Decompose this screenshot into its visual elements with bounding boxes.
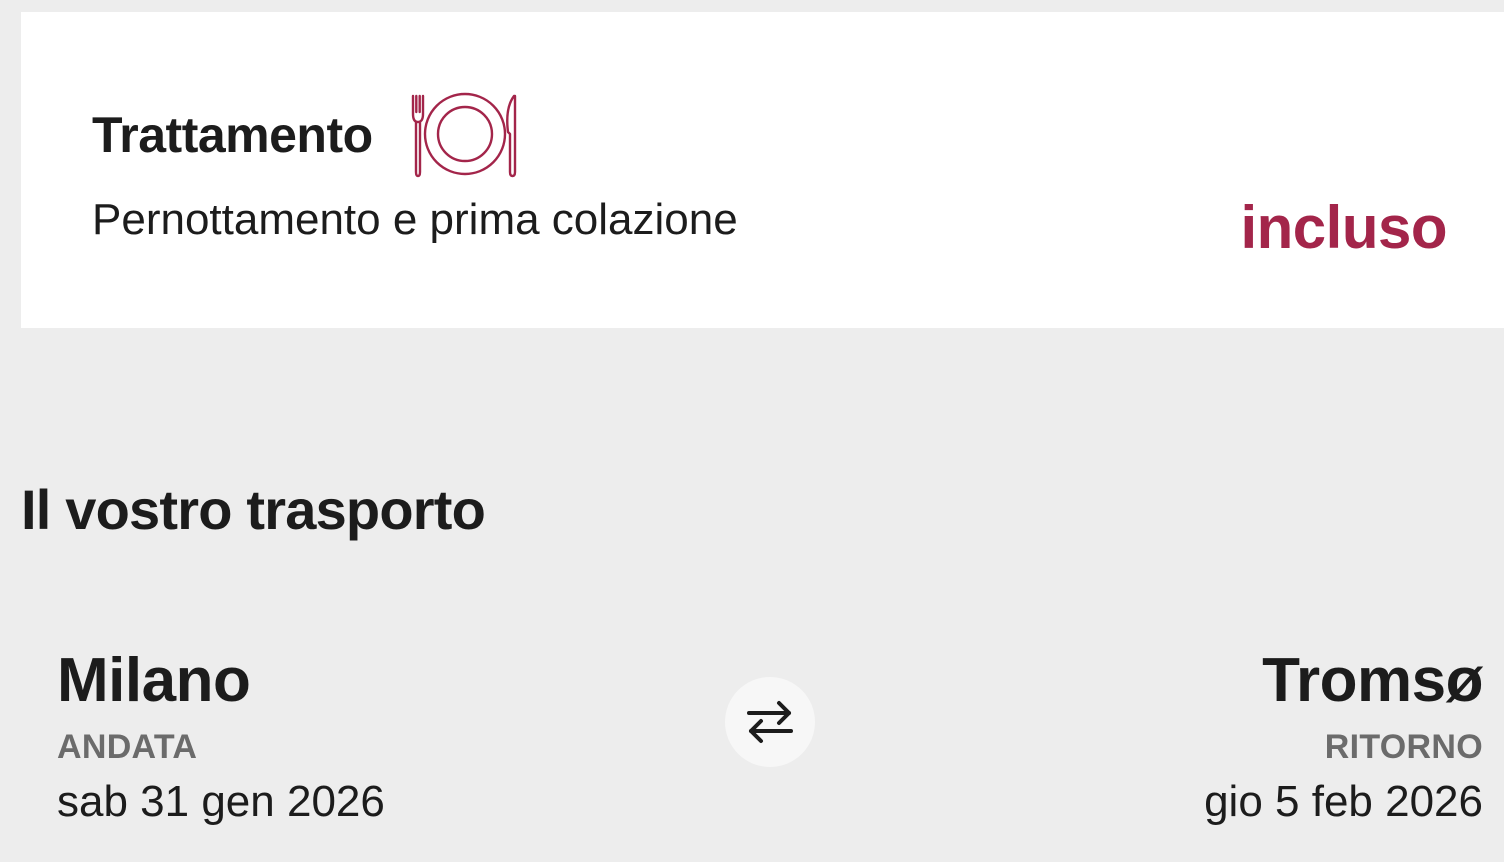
meal-plan-status: incluso [1240,194,1447,261]
outbound-leg: Milano ANDATA sab 31 gen 2026 [57,650,385,824]
return-city: Tromsø [1262,646,1483,715]
meal-plan-title: Trattamento [92,107,373,163]
meal-plan-card: Trattamento Pernottamento e prima colazi… [21,12,1504,328]
meal-plan-header: Trattamento [92,92,521,178]
meal-plan-description: Pernottamento e prima colazione [92,195,738,244]
return-label: RITORNO [1324,728,1483,766]
return-date: gio 5 feb 2026 [1204,777,1483,826]
swap-arrows-icon [745,699,795,745]
plate-cutlery-icon [409,92,521,178]
outbound-label: ANDATA [57,728,198,766]
transport-section-title: Il vostro trasporto [21,478,486,541]
outbound-city: Milano [57,646,251,715]
return-leg: Tromsø RITORNO gio 5 feb 2026 [1204,650,1483,824]
outbound-date: sab 31 gen 2026 [57,777,385,826]
swap-direction-button[interactable] [725,677,815,767]
